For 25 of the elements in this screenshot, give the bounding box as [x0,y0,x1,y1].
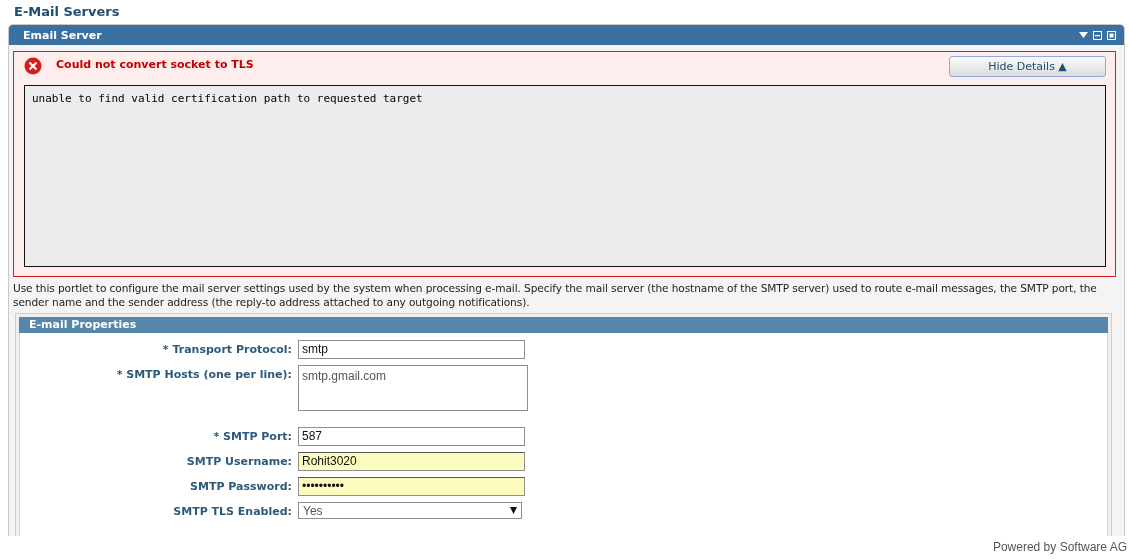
page-title: E-Mail Servers [13,3,121,21]
dropdown-icon[interactable] [1079,32,1088,38]
dropdown[interactable]: Yes [298,502,522,519]
portlet-title: Email Server [23,28,102,42]
hide-details-button[interactable]: Hide Details ▲ [949,56,1106,77]
error-details: unable to find valid certification path to requested target [24,85,1106,267]
input-field[interactable]: •••••••••• [298,477,525,496]
error-icon [24,57,42,75]
properties-header: E-mail Properties [19,317,1108,333]
input-field[interactable]: smtp [298,340,525,359]
minimize-icon[interactable] [1093,30,1102,40]
caret-icon [510,507,517,514]
field-label: SMTP Username: [186,455,292,468]
field-label: SMTP TLS Enabled: [173,505,292,518]
input-field[interactable]: 587 [298,427,525,446]
text-area[interactable]: smtp.gmail.com [298,365,528,411]
maximize-icon[interactable] [1107,30,1116,40]
description-text: Use this portlet to configure the mail server settings used by the system when processing e-mail. Specify the mail server (the hostname of the SMTP server) used to route e-mail messages, the SMTP port, the sender name and the sender address (the reply-to address attached to any outgoing notifications). [13,281,1098,309]
input-field[interactable]: Rohit3020 [298,452,525,471]
footer-text: Powered by Software AG [991,539,1128,554]
field-label: * SMTP Hosts (one per line): [116,368,292,381]
error-message: Could not convert socket to TLS [56,58,255,71]
field-label: * SMTP Port: [213,430,292,443]
field-label: SMTP Password: [190,480,292,493]
field-label: * Transport Protocol: [162,343,292,356]
